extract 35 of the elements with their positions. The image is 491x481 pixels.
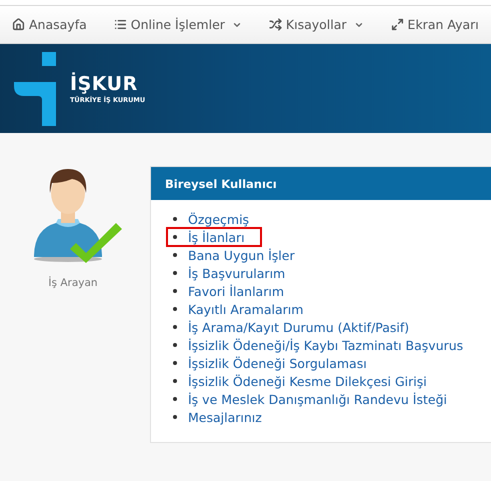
- menu-link[interactable]: İşsizlik Ödeneği Sorgulaması: [188, 356, 377, 370]
- menu-link[interactable]: İş İlanları: [188, 230, 255, 244]
- menu-link[interactable]: İş Arama/Kayıt Durumu (Aktif/Pasif): [188, 320, 420, 334]
- user-role-label: İş Arayan: [48, 277, 98, 289]
- bullet-icon: [173, 361, 177, 365]
- bullet-icon: [173, 217, 177, 221]
- bullet-icon: [173, 271, 177, 275]
- bullet-icon: [173, 235, 177, 239]
- menu-link[interactable]: Özgeçmiş: [188, 212, 260, 226]
- menu-link[interactable]: İş Başvurularım: [188, 266, 296, 280]
- nav-link[interactable]: Kısayollar: [268, 17, 364, 32]
- bullet-icon: [173, 289, 177, 293]
- panel-title: Bireysel Kullanıcı: [164, 176, 277, 190]
- bullet-icon: [173, 343, 177, 347]
- menu-link[interactable]: Favori İlanlarım: [188, 284, 294, 298]
- bullet-icon: [173, 415, 177, 419]
- bullet-icon: [173, 379, 177, 383]
- menu-link[interactable]: Mesajlarınız: [188, 410, 272, 424]
- menu-link[interactable]: İş ve Meslek Danışmanlığı Randevu İsteği: [188, 392, 457, 406]
- nav-link[interactable]: Anasayfa: [12, 17, 87, 32]
- menu-link[interactable]: İşsizlik Ödeneği/İş Kaybı Tazminatı Başvurus: [188, 338, 474, 352]
- nav-link[interactable]: Ekran Ayarı: [390, 17, 479, 32]
- nav-link[interactable]: Online İşlemler: [114, 17, 242, 32]
- bullet-icon: [173, 253, 177, 257]
- list-icon: [114, 18, 127, 31]
- menu-link[interactable]: Bana Uygun İşler: [188, 248, 305, 262]
- bullet-icon: [173, 307, 177, 311]
- home-icon: [12, 18, 25, 31]
- bullet-icon: [173, 325, 177, 329]
- menu-link[interactable]: İşsizlik Ödeneği Kesme Dilekçesi Girişi: [188, 374, 437, 388]
- bullet-icon: [173, 397, 177, 401]
- shuffle-icon: [268, 18, 282, 31]
- logo-title: İŞKUR: [70, 73, 139, 95]
- menu-link[interactable]: Kayıtlı Aramalarım: [188, 302, 314, 316]
- expand-icon: [390, 18, 404, 31]
